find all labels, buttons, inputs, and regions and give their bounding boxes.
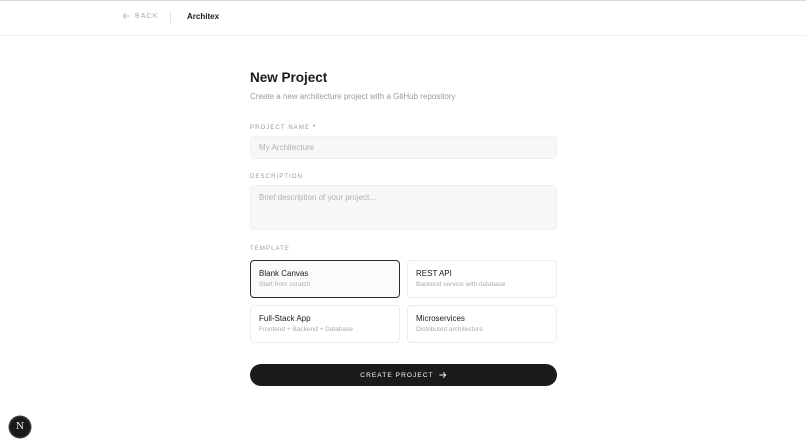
project-name-group: PROJECT NAME * (250, 124, 557, 159)
template-desc: Distributed architecture (416, 326, 483, 333)
header-divider (170, 12, 171, 24)
template-desc: Start from scratch (259, 281, 311, 288)
arrow-left-icon (122, 13, 130, 19)
description-label: DESCRIPTION (250, 174, 304, 180)
template-name: REST API (416, 269, 452, 278)
arrow-right-icon (439, 372, 446, 378)
template-group: TEMPLATE Blank Canvas Start from scratch… (250, 245, 557, 343)
template-option-full-stack-app[interactable]: Full-Stack App Frontend + Backend + Data… (250, 305, 400, 343)
project-name-label: PROJECT NAME * (250, 124, 557, 132)
back-link[interactable]: BACK (122, 12, 158, 20)
template-label: TEMPLATE (250, 246, 291, 252)
new-project-form: New Project Create a new architecture pr… (250, 70, 557, 386)
brand-name: Architex (187, 12, 220, 21)
description-input[interactable] (250, 185, 557, 230)
back-label: BACK (135, 12, 159, 20)
project-name-label-text: PROJECT NAME (250, 125, 311, 131)
description-group: DESCRIPTION (250, 173, 557, 230)
template-option-blank-canvas[interactable]: Blank Canvas Start from scratch (250, 260, 400, 298)
template-option-rest-api[interactable]: REST API Backend service with database (407, 260, 557, 298)
required-mark: * (312, 125, 317, 131)
create-project-button[interactable]: CREATE PROJECT (250, 364, 557, 386)
dev-tools-badge[interactable]: N (10, 417, 30, 437)
project-name-input[interactable] (250, 136, 557, 159)
template-grid: Blank Canvas Start from scratch REST API… (250, 260, 557, 343)
top-bar: BACK Architex (0, 1, 806, 36)
template-option-microservices[interactable]: Microservices Distributed architecture (407, 305, 557, 343)
dev-badge-letter: N (16, 421, 24, 432)
page-title: New Project (250, 70, 328, 85)
page-subtitle: Create a new architecture project with a… (250, 92, 456, 101)
create-project-label: CREATE PROJECT (360, 371, 434, 379)
template-name: Full-Stack App (259, 314, 311, 323)
template-desc: Frontend + Backend + Database (259, 326, 353, 333)
template-name: Microservices (416, 314, 465, 323)
template-name: Blank Canvas (259, 269, 309, 278)
page: BACK Architex New Project Create a new a… (0, 0, 806, 441)
template-desc: Backend service with database (416, 281, 506, 288)
